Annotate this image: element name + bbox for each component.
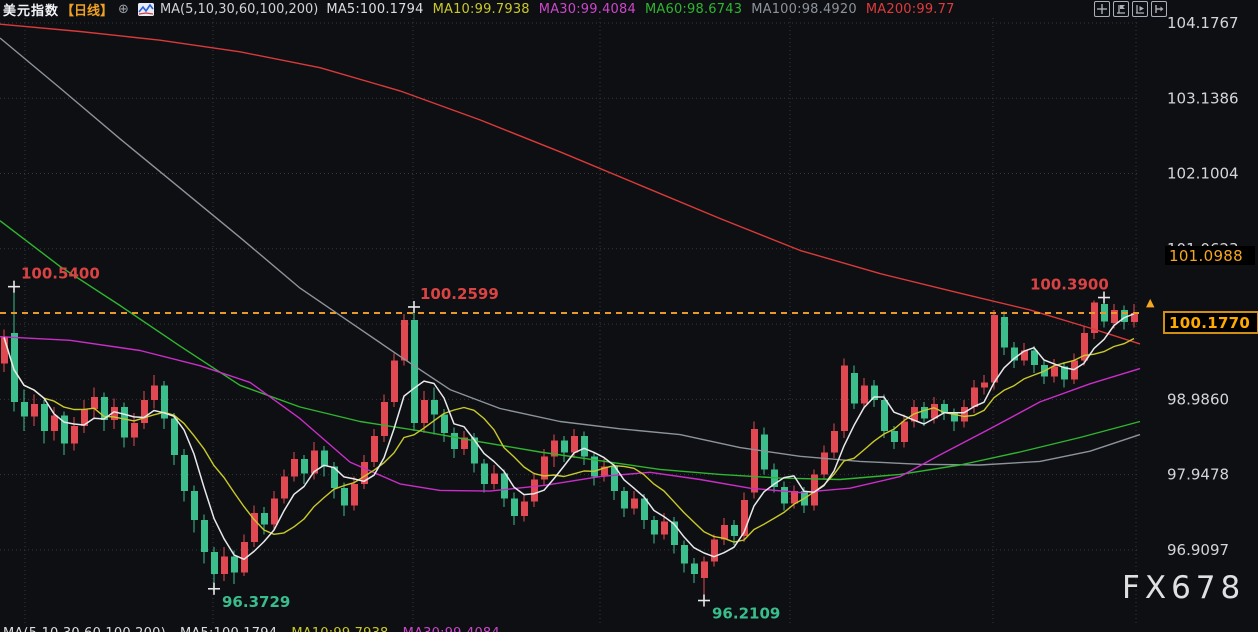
ma60-value: MA60:98.6743 [645, 2, 742, 17]
bottom-ma30: MA30:99.4084 [403, 626, 500, 632]
ma-lines [0, 24, 1140, 559]
y-axis-labels: 104.1767103.1386102.1004101.0623100.0241… [1167, 14, 1239, 559]
candles [1, 287, 1138, 601]
chart-toolbar [1094, 1, 1167, 17]
period-label[interactable]: 【日线】 [61, 0, 113, 19]
bottom-ma10: MA10:99.7938 [291, 626, 388, 632]
ma10-value: MA10:99.7938 [433, 2, 530, 17]
pane-flag-icon[interactable] [1113, 1, 1129, 17]
svg-text:96.3729: 96.3729 [222, 593, 290, 611]
ma30-value: MA30:99.4084 [539, 2, 636, 17]
ma5-value: MA5:100.1794 [326, 2, 423, 17]
y-axis-label: 98.9860 [1167, 390, 1229, 408]
pane-arrow-right-icon[interactable] [1151, 1, 1167, 17]
ma-settings-label[interactable]: MA(5,10,30,60,100,200) [160, 2, 318, 17]
candlestick-chart[interactable]: 100.5400 100.2599 100.3900 96.3729 96.2109 10… [0, 0, 1258, 632]
grid-lines [0, 18, 1140, 626]
svg-text:100.2599: 100.2599 [420, 285, 499, 303]
bottom-ma-label: MA(5,10,30,60,100,200) [3, 626, 166, 632]
chart-app-window: 100.5400 100.2599 100.3900 96.3729 96.2109 10… [0, 0, 1258, 632]
current-price-label: 100.1770 [1163, 311, 1258, 334]
compare-add-icon[interactable]: ⊕ [118, 2, 129, 17]
pane-play-icon[interactable] [1132, 1, 1148, 17]
y-axis-label: 102.1004 [1167, 165, 1239, 183]
fx678-watermark: FX678 [1122, 570, 1245, 606]
symbol-name[interactable]: 美元指数 [3, 0, 59, 19]
y-axis-label: 104.1767 [1167, 14, 1239, 32]
marked-price-label: 101.0988 [1165, 246, 1255, 265]
ma100-value: MA100:98.4920 [751, 2, 857, 17]
y-axis-label: 103.1386 [1167, 89, 1239, 107]
bottom-pane-legend-clipped: MA(5,10,30,60,100,200) MA5:100.1794 MA10… [3, 626, 1103, 632]
y-axis-label: 96.9097 [1167, 541, 1229, 559]
bottom-ma5: MA5:100.1794 [180, 626, 277, 632]
indicator-chart-icon[interactable] [138, 3, 154, 16]
y-axis-label: 97.9478 [1167, 466, 1229, 484]
svg-text:100.5400: 100.5400 [21, 265, 100, 283]
crosshair-icon[interactable] [1094, 1, 1110, 17]
svg-text:100.3900: 100.3900 [1030, 276, 1109, 294]
chart-legend: 美元指数 【日线】 ⊕ MA(5,10,30,60,100,200) MA5:1… [3, 1, 964, 18]
ma200-value: MA200:99.77 [866, 2, 955, 17]
price-up-arrow-icon: ▲ [1146, 296, 1154, 309]
svg-text:96.2109: 96.2109 [712, 605, 780, 623]
